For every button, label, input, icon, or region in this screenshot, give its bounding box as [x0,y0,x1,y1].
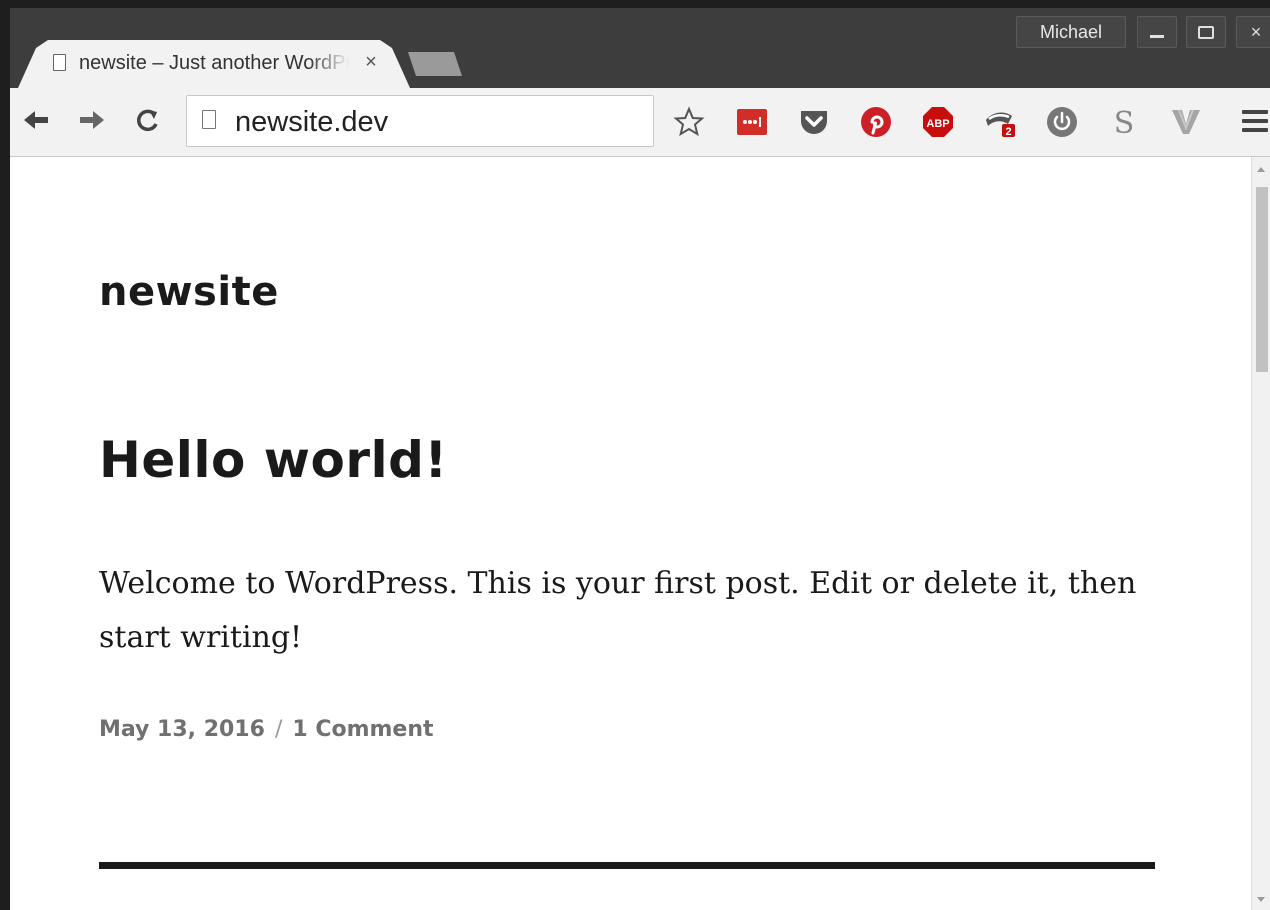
scrollbar-thumb[interactable] [1256,187,1268,372]
back-arrow-icon[interactable] [22,106,50,134]
s-icon[interactable]: S [1108,106,1140,138]
scroll-down-icon[interactable] [1257,897,1265,902]
page-content: newsite Hello world! Welcome to WordPres… [10,157,1251,910]
post-date-link[interactable]: May 13, 2016 [99,717,265,742]
maximize-icon [1187,17,1225,47]
scroll-up-icon[interactable] [1257,167,1265,172]
close-window-button[interactable]: × [1236,16,1270,48]
s-label: S [1114,106,1135,138]
power-icon[interactable] [1046,106,1078,138]
adblock-plus-icon[interactable]: ABP [922,106,954,138]
meta-separator: / [274,717,283,742]
abp-label: ABP [926,118,949,130]
minimize-icon [1138,17,1176,47]
reload-icon[interactable] [134,106,162,134]
post-body: Welcome to WordPress. This is your first… [99,566,1137,655]
browser-toolbar: newsite.dev ABP 2 S [10,88,1270,157]
pocket-icon[interactable] [798,106,830,138]
maximize-button[interactable] [1186,16,1226,48]
url-text: newsite.dev [235,106,389,138]
address-bar[interactable]: newsite.dev [186,95,654,147]
menu-icon[interactable] [1242,110,1268,134]
tab-close-icon[interactable]: × [361,52,381,72]
browser-window: newsite – Just another WordPress site × … [10,8,1270,910]
new-tab-button[interactable] [408,52,462,76]
post-divider [99,862,1155,869]
comments-link[interactable]: 1 Comment [292,717,433,742]
post-title[interactable]: Hello world! [99,431,448,489]
vertical-scrollbar[interactable] [1251,157,1270,910]
bookmark-star-icon[interactable] [673,106,705,138]
pinterest-icon[interactable] [860,106,892,138]
page-icon [202,110,216,129]
minimize-button[interactable] [1137,16,1177,48]
post-meta: May 13, 2016 / 1 Comment [99,717,434,742]
title-bar: newsite – Just another WordPress site × … [10,8,1270,88]
badge-count: 2 [1005,126,1011,138]
tab-title: newsite – Just another WordPress site [79,52,349,74]
close-icon: × [1250,22,1262,42]
page-icon [53,54,66,71]
v-icon[interactable] [1170,106,1202,138]
forward-arrow-icon[interactable] [78,106,106,134]
site-title[interactable]: newsite [99,269,279,315]
lastpass-icon[interactable] [736,106,768,138]
privacy-badger-icon[interactable]: 2 [984,106,1016,138]
profile-button[interactable]: Michael [1016,16,1126,48]
